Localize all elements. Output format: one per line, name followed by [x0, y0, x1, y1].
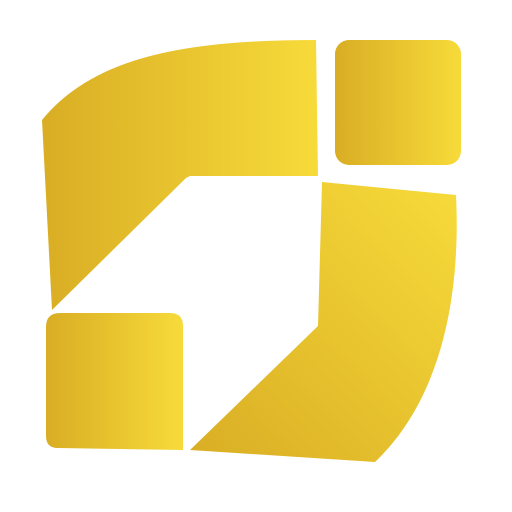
top-left-curved-shape: [42, 40, 318, 310]
bottom-left-square: [46, 313, 183, 450]
bottom-right-curved-shape: [190, 182, 457, 462]
top-right-square: [335, 40, 461, 165]
logo-mark: [42, 40, 461, 462]
logo-canvas: [0, 0, 512, 512]
